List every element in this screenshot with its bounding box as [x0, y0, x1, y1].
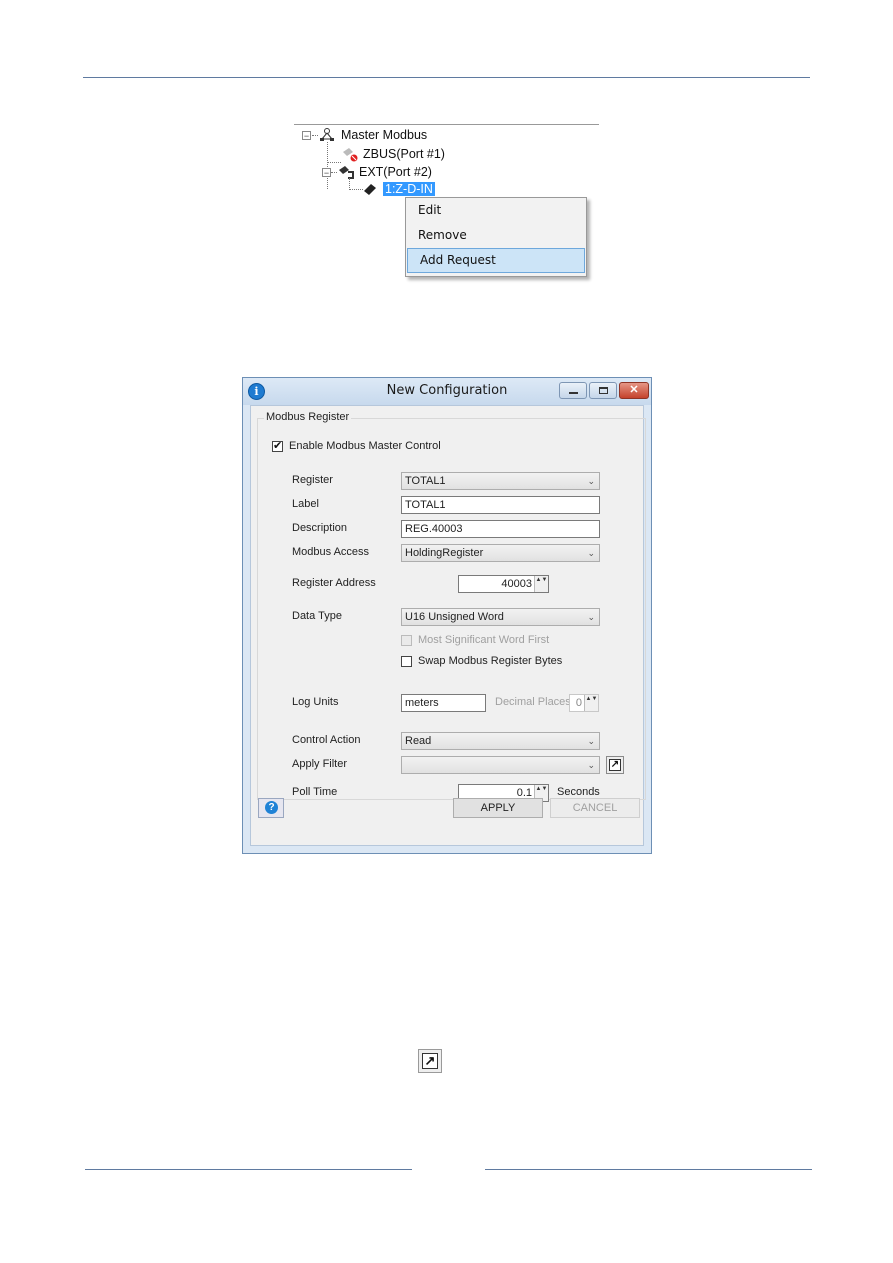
- chevron-down-icon: ⌄: [587, 736, 595, 746]
- header-rule: [83, 77, 810, 78]
- control-action-label: Control Action: [292, 734, 361, 746]
- decimal-places-spinner[interactable]: 0 ▲▼: [569, 694, 599, 712]
- tree-node-zbus[interactable]: ZBUS(Port #1): [327, 146, 445, 163]
- group-title: Modbus Register: [264, 411, 352, 423]
- modbus-register-group: Modbus Register ✔ Enable Modbus Master C…: [257, 411, 646, 802]
- dialog-client-area: Modbus Register ✔ Enable Modbus Master C…: [250, 405, 646, 846]
- log-units-label: Log Units: [292, 696, 339, 708]
- modbus-access-label: Modbus Access: [292, 546, 370, 558]
- register-address-value: 40003: [501, 578, 532, 590]
- poll-time-unit: Seconds: [557, 786, 600, 798]
- msw-first-label: Most Significant Word First: [418, 634, 550, 646]
- apply-button[interactable]: APPLY: [453, 798, 543, 818]
- tree-connector: [312, 135, 318, 136]
- minimize-button[interactable]: [559, 382, 587, 399]
- label-label: Label: [292, 498, 319, 510]
- modbus-access-dropdown[interactable]: HoldingRegister ⌄: [401, 544, 600, 562]
- tree-node-device[interactable]: 1:Z-D-IN: [349, 182, 435, 196]
- control-action-dropdown[interactable]: Read ⌄: [401, 732, 600, 750]
- open-filter-button[interactable]: ↗: [606, 756, 624, 774]
- network-icon: [320, 128, 334, 141]
- description-input[interactable]: REG.40003: [401, 520, 600, 538]
- register-address-spinner[interactable]: 40003 ▲▼: [458, 575, 549, 593]
- data-type-value: U16 Unsigned Word: [405, 611, 504, 623]
- poll-time-label: Poll Time: [292, 786, 338, 798]
- cancel-button[interactable]: CANCEL: [550, 798, 640, 818]
- minimize-icon: [569, 392, 578, 394]
- tree-node-label: Master Modbus: [341, 128, 428, 142]
- log-units-input[interactable]: meters: [401, 694, 486, 712]
- tree-node-label: EXT(Port #2): [359, 165, 432, 179]
- popout-icon-illustration: ↗: [418, 1049, 442, 1073]
- swap-bytes-checkbox[interactable]: [401, 656, 412, 667]
- collapse-icon[interactable]: −: [302, 130, 311, 140]
- register-dropdown[interactable]: TOTAL1 ⌄: [401, 472, 600, 490]
- port-disabled-icon: [343, 148, 358, 162]
- close-icon: ✕: [629, 384, 639, 396]
- tree-node-label: ZBUS(Port #1): [363, 147, 445, 161]
- menu-item-edit[interactable]: Edit: [406, 198, 586, 223]
- footer-rule-right: [485, 1169, 812, 1170]
- decimal-places-label: Decimal Places: [495, 696, 571, 708]
- spin-arrows-icon[interactable]: ▲▼: [584, 695, 598, 711]
- apply-filter-dropdown[interactable]: ⌄: [401, 756, 600, 774]
- msw-first-checkbox[interactable]: [401, 635, 412, 646]
- menu-item-add-request[interactable]: Add Request: [407, 248, 585, 273]
- context-menu: Edit Remove Add Request: [405, 197, 587, 277]
- tree-node-ext[interactable]: − EXT(Port #2): [322, 164, 432, 180]
- data-type-label: Data Type: [292, 610, 342, 622]
- close-button[interactable]: ✕: [619, 382, 649, 399]
- tree-node-label-selected: 1:Z-D-IN: [383, 182, 435, 196]
- apply-filter-label: Apply Filter: [292, 758, 348, 770]
- tree-connector: [327, 161, 341, 163]
- device-icon: [364, 184, 376, 195]
- title-bar: i New Configuration ✕: [243, 378, 651, 405]
- tree-top-border: [294, 124, 599, 125]
- register-label: Register: [292, 474, 333, 486]
- maximize-icon: [599, 387, 608, 394]
- tree-node-master-modbus[interactable]: − Master Modbus: [302, 128, 427, 142]
- swap-bytes-label: Swap Modbus Register Bytes: [418, 655, 563, 667]
- popout-icon: ↗: [422, 1053, 438, 1069]
- spin-arrows-icon[interactable]: ▲▼: [534, 576, 548, 592]
- tree-connector: [349, 188, 363, 190]
- help-button[interactable]: ?: [258, 798, 284, 818]
- description-label: Description: [292, 522, 348, 534]
- help-icon: ?: [265, 801, 278, 814]
- data-type-dropdown[interactable]: U16 Unsigned Word ⌄: [401, 608, 600, 626]
- register-value: TOTAL1: [405, 475, 446, 487]
- maximize-button[interactable]: [589, 382, 617, 399]
- checkmark-icon: ✔: [273, 440, 283, 452]
- label-input[interactable]: TOTAL1: [401, 496, 600, 514]
- menu-item-remove[interactable]: Remove: [406, 223, 586, 248]
- popout-icon: ↗: [609, 759, 621, 771]
- register-address-label: Register Address: [292, 577, 376, 589]
- chevron-down-icon: ⌄: [587, 612, 595, 622]
- footer-rule-left: [85, 1169, 412, 1170]
- chevron-down-icon: ⌄: [587, 760, 595, 770]
- new-configuration-dialog: i New Configuration ✕ Modbus Register ✔ …: [242, 377, 652, 854]
- control-action-value: Read: [405, 735, 432, 747]
- port-icon: [339, 166, 354, 179]
- chevron-down-icon: ⌄: [587, 476, 595, 486]
- modbus-access-value: HoldingRegister: [405, 547, 484, 559]
- enable-label: Enable Modbus Master Control: [289, 440, 441, 452]
- collapse-icon[interactable]: −: [322, 167, 331, 177]
- enable-checkbox[interactable]: ✔: [272, 441, 283, 452]
- decimal-places-value: 0: [575, 697, 582, 709]
- chevron-down-icon: ⌄: [587, 548, 595, 558]
